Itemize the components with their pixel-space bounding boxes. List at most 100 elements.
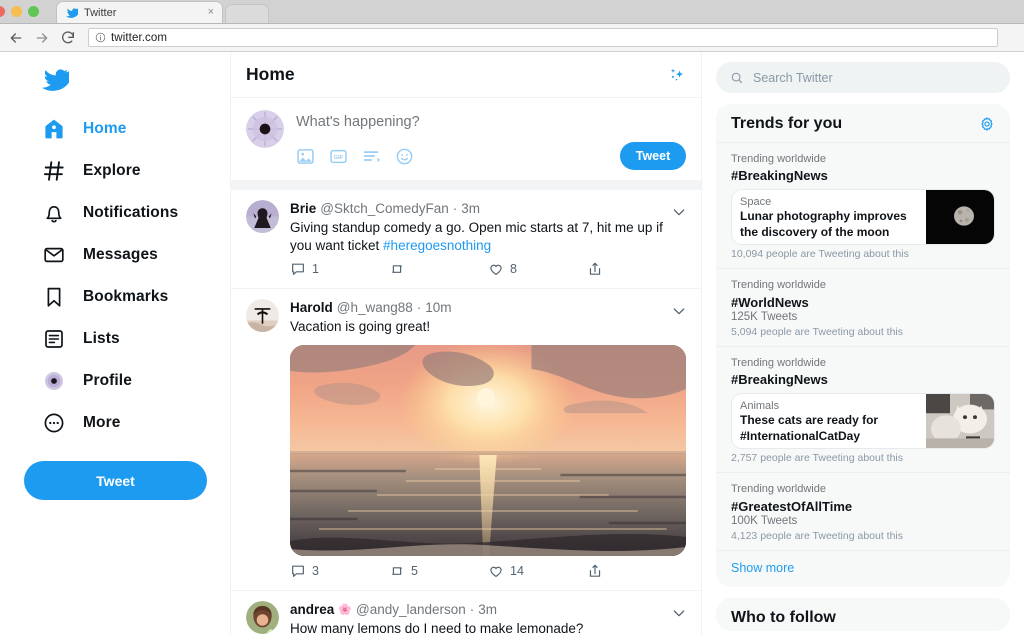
emoji-icon[interactable] [395, 147, 414, 166]
sidebar-item-home[interactable]: Home [0, 108, 230, 150]
tweet-item[interactable]: Harold @h_wang88 · 10m Vacation is going… [231, 289, 701, 591]
trend-tweet-count: 125K Tweets [731, 310, 798, 323]
sidebar-item-messages[interactable]: Messages [0, 234, 230, 276]
compose-tweet-button[interactable]: Tweet [24, 461, 207, 500]
twitter-logo[interactable] [0, 58, 75, 108]
share-icon [589, 263, 601, 276]
share-action[interactable] [587, 261, 686, 277]
trend-tweet-count: 100K Tweets [731, 514, 798, 527]
chevron-down-icon[interactable] [671, 605, 687, 621]
reply-action[interactable]: 1 [290, 261, 389, 277]
minimize-window-button[interactable] [11, 6, 22, 17]
svg-text:GIF: GIF [334, 155, 344, 161]
close-window-button[interactable] [0, 6, 5, 17]
trend-item[interactable]: Trending worldwide #WorldNews 125K Tweet… [716, 268, 1010, 345]
tweet-timestamp[interactable]: 10m [425, 299, 451, 317]
window-controls[interactable] [0, 6, 39, 17]
tweet-author-name[interactable]: Harold [290, 299, 333, 317]
retweet-action[interactable]: 5 [389, 563, 488, 579]
tweet-timestamp[interactable]: 3m [478, 601, 497, 619]
address-bar[interactable]: twitter.com [88, 28, 998, 47]
close-tab-icon[interactable]: × [208, 7, 214, 18]
chevron-down-icon[interactable] [671, 204, 687, 220]
maximize-window-button[interactable] [28, 6, 39, 17]
tweet-text: Giving standup comedy a go. Open mic sta… [290, 219, 686, 255]
browser-tab-twitter[interactable]: Twitter × [56, 1, 223, 23]
tweet-author-name[interactable]: Brie [290, 200, 316, 218]
tweet-composer[interactable]: What's happening? GIF Tweet [231, 98, 701, 190]
avatar[interactable] [246, 200, 279, 233]
tweet-image-sunset-ocean[interactable] [290, 344, 686, 556]
tweet-author-handle[interactable]: @Sktch_ComedyFan [320, 200, 449, 218]
promo-headline: Lunar photography improves the discovery… [740, 209, 907, 239]
show-more-link[interactable]: Show more [716, 549, 1010, 587]
reload-icon[interactable] [60, 30, 76, 46]
tweet-author-handle[interactable]: @h_wang88 [337, 299, 413, 317]
trend-promo-card[interactable]: Space Lunar photography improves the dis… [731, 189, 995, 246]
tweet-hashtag[interactable]: #heregoesnothing [383, 238, 491, 253]
hashtag-icon [43, 161, 64, 181]
tweet-author-name[interactable]: andrea [290, 601, 334, 619]
trend-promo-card[interactable]: Animals These cats are ready for #Intern… [731, 393, 995, 450]
trend-category: Trending worldwide [731, 279, 826, 292]
twitter-bird-icon [66, 8, 78, 18]
search-input[interactable]: Search Twitter [753, 71, 833, 85]
heart-icon [490, 566, 502, 577]
page-title: Home [246, 64, 295, 84]
moon-photo [926, 190, 994, 245]
reply-count: 3 [312, 563, 319, 578]
tweet-actions: 1 8 [290, 261, 686, 284]
gif-icon[interactable]: GIF [329, 147, 348, 166]
share-action[interactable] [587, 563, 686, 579]
tweet-item[interactable]: andrea 🌸 @andy_landerson · 3m How many l… [231, 591, 701, 635]
browser-tab-inactive[interactable] [225, 4, 269, 23]
gear-icon[interactable] [979, 116, 995, 132]
reply-action[interactable]: 3 [290, 563, 389, 579]
retweet-action[interactable] [389, 261, 488, 277]
search-icon [731, 72, 743, 83]
like-action[interactable]: 14 [488, 563, 587, 579]
avatar[interactable] [246, 600, 279, 634]
like-action[interactable]: 8 [488, 261, 587, 277]
search-bar[interactable]: Search Twitter [716, 62, 1010, 93]
tweet-author-handle[interactable]: @andy_landerson [356, 601, 466, 619]
sidebar-item-notifications[interactable]: Notifications [0, 192, 230, 234]
sidebar-item-lists[interactable]: Lists [0, 318, 230, 360]
sidebar-item-label: More [83, 414, 121, 431]
tweet-item[interactable]: Brie @Sktch_ComedyFan · 3m Giving standu… [231, 190, 701, 290]
sidebar-item-more[interactable]: More [0, 402, 230, 444]
trend-item[interactable]: Trending worldwide #BreakingNews Animals… [716, 345, 1010, 472]
browser-window: Twitter × twitter.com Home Explore Notif… [0, 0, 1024, 635]
bell-icon [46, 205, 62, 223]
trend-meta: 2,757 people are Tweeting about this [731, 452, 904, 465]
avatar[interactable] [246, 299, 279, 333]
arrow-left-icon[interactable] [8, 30, 24, 46]
sparkles-icon[interactable] [666, 65, 686, 85]
avatar[interactable] [246, 110, 284, 148]
sidebar-item-profile[interactable]: Profile [0, 360, 230, 402]
image-icon[interactable] [296, 147, 315, 166]
retweet-count: 5 [411, 563, 418, 578]
reply-icon [292, 565, 304, 577]
trend-hashtag[interactable]: #BreakingNews [731, 372, 995, 387]
poll-icon[interactable] [362, 147, 381, 166]
trend-item[interactable]: Trending worldwide #GreatestOfAllTime 10… [716, 472, 1010, 549]
composer-tweet-button[interactable]: Tweet [620, 142, 686, 170]
arrow-right-icon[interactable] [34, 30, 50, 46]
trend-hashtag[interactable]: #BreakingNews [731, 168, 995, 183]
trend-hashtag[interactable]: #GreatestOfAllTime [731, 499, 995, 514]
sidebar-item-explore[interactable]: Explore [0, 150, 230, 192]
tweet-separator: · [416, 300, 422, 316]
tweet-timestamp[interactable]: 3m [461, 200, 480, 218]
trend-item[interactable]: Trending worldwide #BreakingNews Space L… [716, 142, 1010, 268]
sidebar-item-label: Lists [83, 330, 120, 347]
right-sidebar: Search Twitter Trends for you Trending w… [702, 52, 1024, 635]
tweet-input-placeholder[interactable]: What's happening? [296, 114, 686, 142]
tweet-separator: · [452, 201, 458, 216]
chevron-down-icon[interactable] [671, 303, 687, 319]
browser-toolbar: twitter.com [0, 24, 1024, 52]
like-count: 8 [510, 262, 517, 277]
twitter-bird-icon [42, 68, 75, 91]
trend-hashtag[interactable]: #WorldNews [731, 295, 995, 310]
sidebar-item-bookmarks[interactable]: Bookmarks [0, 276, 230, 318]
